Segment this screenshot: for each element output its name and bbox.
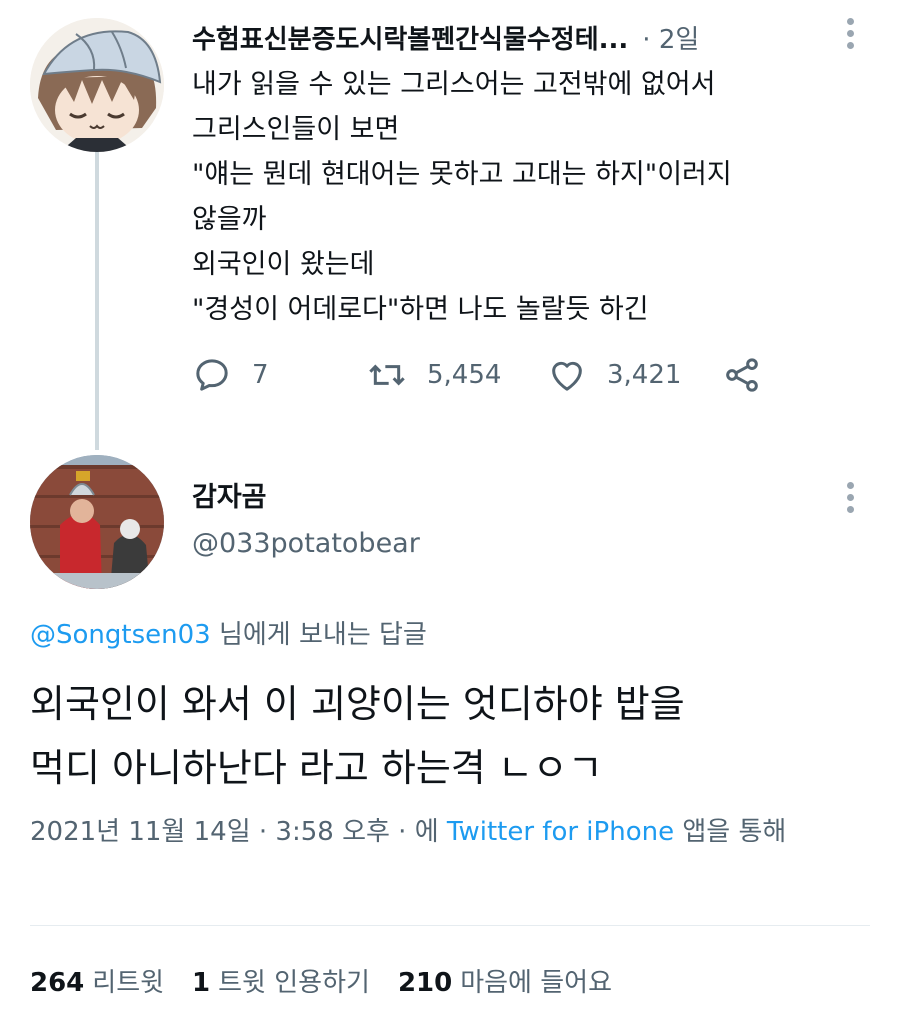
reply-mention-link[interactable]: @Songtsen03 [30, 620, 211, 650]
time-value: 2일 [658, 24, 700, 55]
quotes-label: 트윗 인용하기 [218, 967, 370, 998]
main-avatar-photo [30, 455, 164, 589]
retweet-count: 5,454 [427, 360, 502, 390]
main-tweet-text: 외국인이 와서 이 괴양이는 엇디하야 밥을 먹디 아니하난다 라고 하는격 ㄴ… [30, 672, 880, 800]
tweet-meta: 2021년 11월 14일 · 3:58 오후 · 에 Twitter for … [30, 810, 870, 854]
parent-avatar-illustration [30, 18, 164, 152]
quotes-count: 1 [192, 967, 211, 998]
meta-source-app-link[interactable]: Twitter for iPhone [447, 817, 674, 847]
parent-action-bar: 7 5,454 3,421 [192, 350, 812, 400]
like-count: 3,421 [607, 360, 682, 390]
share-icon [726, 358, 758, 392]
retweets-stat[interactable]: 264 리트윗 [30, 962, 164, 999]
parent-text-line: 외국인이 왔는데 [192, 249, 375, 280]
main-text-line: 먹디 아니하난다 라고 하는격 ㄴㅇㄱ [30, 746, 603, 790]
likes-count: 210 [397, 967, 453, 998]
parent-tweet-text: 내가 읽을 수 있는 그리스어는 고전밖에 없어서 그리스인들이 보면 "얘는 … [192, 62, 872, 332]
main-text-line: 외국인이 와서 이 괴양이는 엇디하야 밥을 [30, 682, 685, 726]
reply-count: 7 [252, 360, 269, 390]
retweet-icon [369, 364, 405, 386]
parent-text-line: "얘는 뭔데 현대어는 못하고 고대는 하지"이러지 [192, 159, 732, 190]
reply-to-line: @Songtsen03 님에게 보내는 답글 [30, 614, 427, 651]
parent-text-line: "경성이 어데로다"하면 나도 놀랄듯 하긴 [192, 294, 649, 325]
likes-stat[interactable]: 210 마음에 들어요 [398, 962, 612, 999]
thread-line [95, 152, 99, 450]
like-button[interactable]: 3,421 [547, 350, 681, 400]
parent-display-name[interactable]: 수험표신분증도시락볼펜간식물수정테... [192, 19, 628, 56]
main-avatar[interactable] [30, 455, 164, 589]
reply-button[interactable]: 7 [192, 350, 269, 400]
retweet-button[interactable]: 5,454 [367, 350, 501, 400]
parent-text-line: 그리스인들이 보면 [192, 114, 400, 145]
stats-divider [30, 925, 870, 926]
retweets-count: 264 [30, 967, 85, 998]
meta-timestamp[interactable]: 2021년 11월 14일 · 3:58 오후 · 에 [30, 817, 447, 847]
reply-to-suffix: 님에게 보내는 답글 [210, 620, 427, 650]
likes-label: 마음에 들어요 [460, 967, 613, 998]
quotes-stat[interactable]: 1 트윗 인용하기 [192, 962, 370, 999]
main-handle[interactable]: @033potatobear [192, 528, 420, 559]
time-separator: · [642, 24, 651, 55]
share-button[interactable] [722, 350, 782, 400]
retweets-label: 리트윗 [92, 967, 165, 998]
parent-more-options-icon[interactable] [840, 14, 860, 54]
parent-avatar[interactable] [30, 18, 164, 152]
reply-icon [196, 359, 228, 391]
main-display-name[interactable]: 감자곰 [192, 475, 267, 514]
parent-tweet[interactable]: 수험표신분증도시락볼펜간식물수정테... · 2일 내가 읽을 수 있는 그리스… [0, 0, 900, 450]
parent-timestamp[interactable]: · 2일 [642, 19, 699, 56]
parent-text-line: 내가 읽을 수 있는 그리스어는 고전밖에 없어서 [192, 69, 716, 100]
heart-icon [552, 361, 582, 391]
parent-text-line: 않을까 [192, 204, 267, 235]
tweet-stats: 264 리트윗 1 트윗 인용하기 210 마음에 들어요 [30, 955, 640, 1005]
meta-suffix: 앱을 통해 [674, 817, 787, 847]
parent-tweet-header: 수험표신분증도시락볼펜간식물수정테... · 2일 [192, 14, 842, 60]
main-more-options-icon[interactable] [840, 478, 860, 518]
